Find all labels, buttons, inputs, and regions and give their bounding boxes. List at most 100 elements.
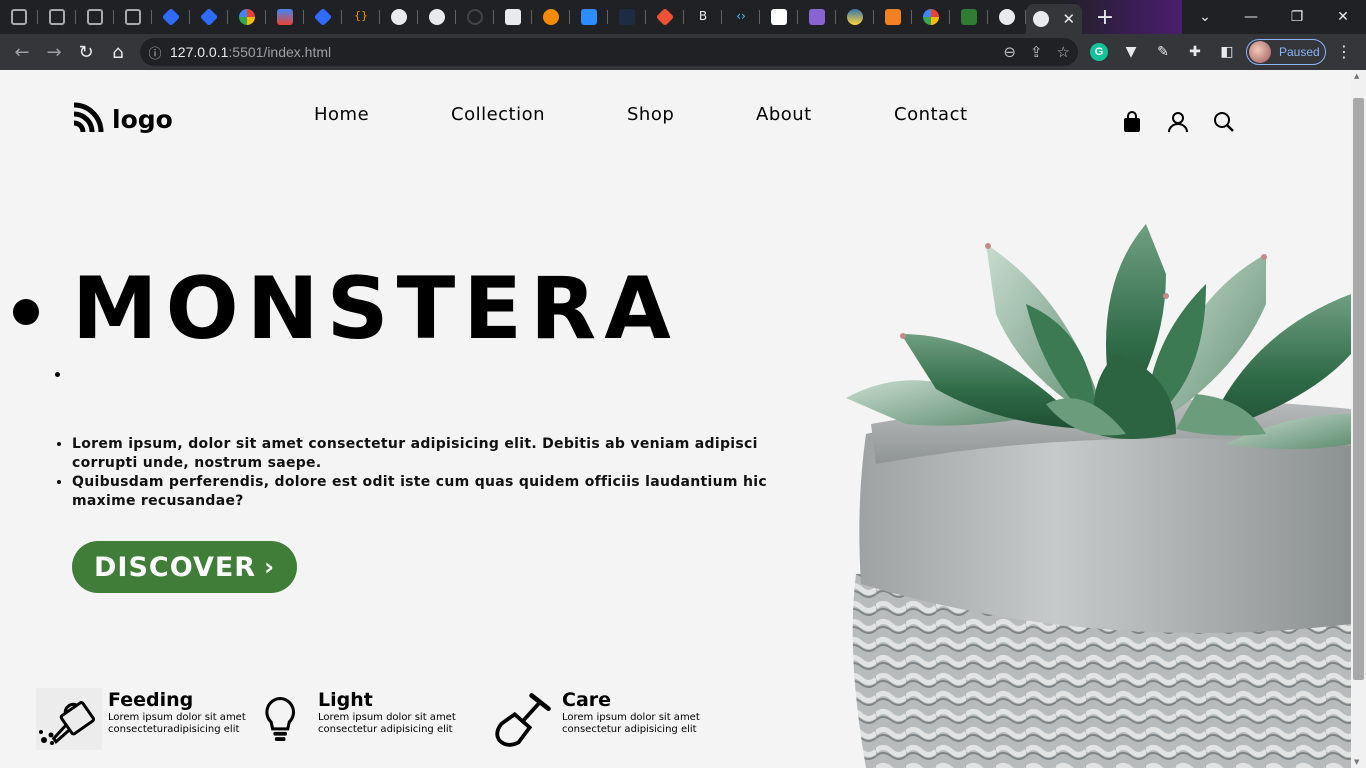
- browser-tab[interactable]: {}: [342, 0, 380, 34]
- user-icon[interactable]: [1166, 110, 1190, 134]
- browser-tab[interactable]: [418, 0, 456, 34]
- tab-favicon-icon: [87, 9, 103, 25]
- kebab-menu-icon[interactable]: ⋮: [1336, 42, 1352, 61]
- globe-icon: [391, 9, 407, 25]
- scrollbar-thumb[interactable]: [1353, 98, 1364, 680]
- url-host: 127.0.0.1: [170, 44, 229, 60]
- profile-status: Paused: [1279, 45, 1320, 59]
- hero-title: MONSTERA: [72, 253, 802, 365]
- browser-tab[interactable]: [114, 0, 152, 34]
- nav-about[interactable]: About: [756, 104, 812, 125]
- close-window-icon[interactable]: ✕: [1320, 0, 1366, 34]
- feature-text: Lorem ipsum dolor sit amet consectetur a…: [562, 712, 700, 735]
- tab-favicon-icon: [277, 9, 293, 25]
- active-browser-tab[interactable]: ✕: [1026, 4, 1082, 34]
- browser-tab[interactable]: B: [684, 0, 722, 34]
- amazon-icon: [771, 9, 787, 25]
- url-text: 127.0.0.1:5501/index.html: [170, 44, 331, 60]
- code-braces-icon: {}: [354, 9, 368, 22]
- browser-tab[interactable]: [760, 0, 798, 34]
- site-logo[interactable]: logo: [72, 102, 173, 134]
- puzzle-icon[interactable]: ✚: [1184, 41, 1206, 63]
- tab-favicon-icon: [11, 9, 27, 25]
- extensions-area: G ▼ ✎ ✚ ◧: [1088, 34, 1238, 70]
- page-scrollbar[interactable]: ▲ ▼: [1351, 70, 1366, 768]
- site-info-icon[interactable]: ⓘ: [140, 43, 170, 62]
- browser-tab-strip: {} B ‹› ✕ + ⌄ — ❐ ✕: [0, 0, 1366, 34]
- feature-feeding: Feeding Lorem ipsum dolor sit amet conse…: [36, 688, 258, 750]
- page-viewport: logo Home Collection Shop About Contact …: [0, 70, 1366, 768]
- pen-icon[interactable]: ✎: [1152, 41, 1174, 63]
- browser-tab[interactable]: [0, 0, 38, 34]
- google-icon: [923, 9, 939, 25]
- browser-tab[interactable]: [798, 0, 836, 34]
- browser-toolbar: ← → ↻ ⌂ ⓘ 127.0.0.1:5501/index.html ⊖ ⇪ …: [0, 34, 1366, 70]
- shovel-icon: [495, 693, 551, 747]
- search-icon[interactable]: [1212, 110, 1236, 134]
- new-tab-button[interactable]: +: [1090, 2, 1120, 32]
- shopping-bag-icon[interactable]: [1120, 110, 1144, 134]
- browser-tab[interactable]: [76, 0, 114, 34]
- nav-shop[interactable]: Shop: [627, 104, 674, 125]
- browser-tab[interactable]: [874, 0, 912, 34]
- browser-tab[interactable]: [304, 0, 342, 34]
- reload-icon[interactable]: ↻: [70, 36, 102, 68]
- browser-tab[interactable]: [494, 0, 532, 34]
- browser-tab[interactable]: [456, 0, 494, 34]
- close-tab-icon[interactable]: ✕: [1063, 10, 1076, 28]
- browser-tab[interactable]: [380, 0, 418, 34]
- hero-paragraph: Quibusdam perferendis, dolore est odit i…: [72, 473, 802, 511]
- browser-tab[interactable]: [266, 0, 304, 34]
- profile-button[interactable]: Paused: [1246, 39, 1326, 65]
- google-icon: [239, 9, 255, 25]
- browser-tab[interactable]: [646, 0, 684, 34]
- browser-tab[interactable]: [570, 0, 608, 34]
- home-icon[interactable]: ⌂: [102, 36, 134, 68]
- hero-paragraph: Lorem ipsum, dolor sit amet consectetur …: [72, 435, 802, 473]
- globe-icon: [999, 9, 1015, 25]
- forward-icon[interactable]: →: [38, 36, 70, 68]
- feature-title: Care: [562, 689, 612, 711]
- browser-tab[interactable]: [152, 0, 190, 34]
- loading-icon: [467, 9, 483, 25]
- share-icon[interactable]: ⇪: [1030, 43, 1043, 61]
- header-icons: [1120, 110, 1236, 134]
- browser-tab[interactable]: [950, 0, 988, 34]
- back-icon[interactable]: ←: [6, 36, 38, 68]
- grammarly-icon[interactable]: G: [1088, 41, 1110, 63]
- nav-contact[interactable]: Contact: [894, 104, 968, 125]
- address-bar[interactable]: ⓘ 127.0.0.1:5501/index.html ⊖ ⇪ ☆: [140, 38, 1078, 66]
- browser-tab[interactable]: [228, 0, 266, 34]
- minimize-icon[interactable]: —: [1228, 0, 1274, 34]
- zoom-icon: [581, 9, 597, 25]
- bookmark-star-icon[interactable]: ☆: [1057, 43, 1070, 61]
- browser-tab[interactable]: [532, 0, 570, 34]
- watering-can-icon: [36, 688, 102, 750]
- restore-icon[interactable]: ❐: [1274, 0, 1320, 34]
- browser-tab[interactable]: [912, 0, 950, 34]
- browser-tab[interactable]: [988, 0, 1026, 34]
- discover-button[interactable]: DISCOVER ›: [72, 541, 297, 593]
- browser-tab[interactable]: [38, 0, 76, 34]
- discover-label: DISCOVER: [94, 551, 257, 583]
- side-panel-icon[interactable]: ◧: [1216, 41, 1238, 63]
- tab-favicon-icon: [199, 7, 219, 27]
- tab-search-icon[interactable]: ⌄: [1182, 0, 1228, 34]
- globe-icon: [1032, 11, 1049, 27]
- bootstrap-icon: B: [698, 9, 708, 23]
- browser-tab[interactable]: ‹›: [722, 0, 760, 34]
- scroll-down-icon[interactable]: ▼: [1354, 758, 1359, 766]
- zoom-out-icon[interactable]: ⊖: [1003, 43, 1016, 61]
- nav-home[interactable]: Home: [314, 104, 369, 125]
- browser-tab[interactable]: [836, 0, 874, 34]
- tab-favicon-icon: [161, 7, 181, 27]
- tab-favicon-icon: [49, 9, 65, 25]
- python-icon: [847, 9, 863, 25]
- scroll-up-icon[interactable]: ▲: [1354, 72, 1359, 80]
- nav-collection[interactable]: Collection: [451, 104, 545, 125]
- browser-tab[interactable]: [608, 0, 646, 34]
- browser-tab[interactable]: [190, 0, 228, 34]
- extension-filter-icon[interactable]: ▼: [1120, 41, 1142, 63]
- empty-list-item: [72, 365, 802, 435]
- feature-care: Care Lorem ipsum dolor sit amet consecte…: [494, 688, 712, 750]
